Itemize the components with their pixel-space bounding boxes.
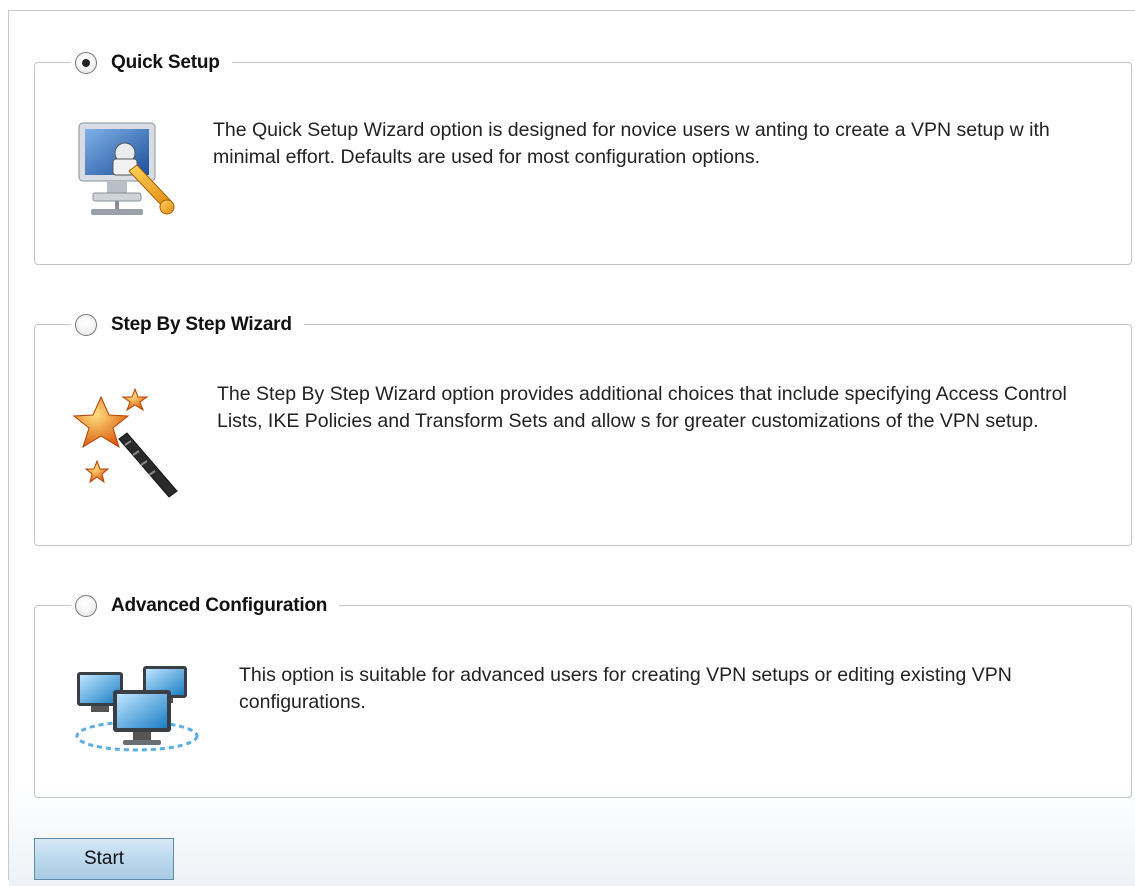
frame-top-border xyxy=(8,10,1135,11)
quick-setup-radio[interactable] xyxy=(75,52,97,74)
step-by-step-description: The Step By Step Wizard option provides … xyxy=(217,383,1067,432)
advanced-config-description: This option is suitable for advanced use… xyxy=(239,664,1012,713)
advanced-config-label[interactable]: Advanced Configuration xyxy=(111,595,327,617)
step-by-step-radio[interactable] xyxy=(75,314,97,336)
magic-wand-stars-icon xyxy=(73,387,178,498)
radio-selected-dot xyxy=(82,59,90,67)
advanced-config-group: Advanced Configuration This option is su… xyxy=(34,591,1132,798)
step-by-step-group: Step By Step Wizard The Step By Step Wiz… xyxy=(34,310,1132,546)
step-by-step-label[interactable]: Step By Step Wizard xyxy=(111,314,292,336)
networked-computers-icon xyxy=(75,666,199,752)
quick-setup-group: Quick Setup The Quick Setup Wizard optio… xyxy=(34,48,1132,265)
frame-left-border xyxy=(8,10,9,880)
advanced-config-radio[interactable] xyxy=(75,595,97,617)
advanced-config-legend[interactable]: Advanced Configuration xyxy=(71,591,340,621)
quick-setup-label[interactable]: Quick Setup xyxy=(111,52,220,74)
start-button[interactable]: Start xyxy=(34,838,174,880)
monitor-wrench-icon xyxy=(78,122,175,215)
quick-setup-description: The Quick Setup Wizard option is designe… xyxy=(213,119,1050,168)
step-by-step-legend[interactable]: Step By Step Wizard xyxy=(71,310,304,340)
quick-setup-legend[interactable]: Quick Setup xyxy=(71,48,232,78)
